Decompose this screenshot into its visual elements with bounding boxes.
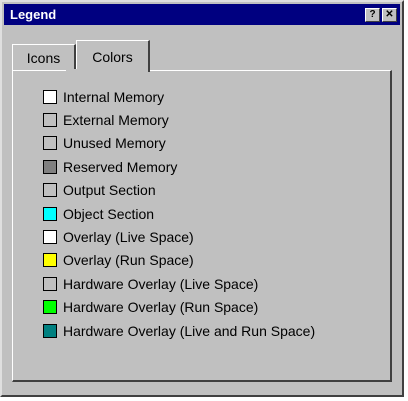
legend-label: Output Section: [63, 182, 156, 199]
legend-item: Object Section: [43, 202, 315, 225]
color-swatch: [43, 113, 57, 128]
help-button[interactable]: ?: [365, 7, 380, 22]
legend-item: External Memory: [43, 108, 315, 131]
legend-label: Unused Memory: [63, 135, 166, 152]
legend-item: Overlay (Run Space): [43, 249, 315, 272]
legend-item: Unused Memory: [43, 132, 315, 155]
tab-join: [66, 69, 137, 72]
legend-label: Overlay (Run Space): [63, 252, 194, 269]
window-title: Legend: [10, 7, 57, 22]
color-swatch: [43, 159, 57, 174]
title-bar[interactable]: Legend ? ✕: [4, 4, 400, 25]
close-button[interactable]: ✕: [382, 7, 397, 22]
title-buttons: ? ✕: [365, 7, 397, 22]
tab-icons[interactable]: Icons: [12, 44, 76, 70]
legend-item: Hardware Overlay (Live and Run Space): [43, 319, 315, 342]
color-swatch: [43, 300, 57, 315]
legend-label: External Memory: [63, 112, 169, 129]
colors-panel: Internal Memory External Memory Unused Mem…: [12, 70, 392, 382]
color-swatch: [43, 323, 57, 338]
legend-item: Reserved Memory: [43, 155, 315, 178]
tab-colors-label: Colors: [92, 48, 133, 65]
legend-item: Overlay (Live Space): [43, 225, 315, 248]
tab-icons-label: Icons: [26, 49, 61, 66]
color-swatch: [43, 89, 57, 104]
legend-label: Hardware Overlay (Live and Run Space): [63, 322, 316, 339]
legend-list: Internal Memory External Memory Unused Mem…: [43, 85, 315, 342]
legend-item: Hardware Overlay (Run Space): [43, 296, 315, 319]
legend-label: Overlay (Live Space): [63, 229, 194, 246]
legend-item: Output Section: [43, 179, 315, 202]
color-swatch: [43, 230, 57, 245]
legend-label: Object Section: [63, 205, 155, 222]
color-swatch: [43, 206, 57, 221]
legend-item: Internal Memory: [43, 85, 315, 108]
legend-label: Hardware Overlay (Run Space): [63, 299, 259, 316]
tab-colors[interactable]: Colors: [76, 40, 150, 72]
legend-label: Hardware Overlay (Live Space): [63, 275, 259, 292]
legend-item: Hardware Overlay (Live Space): [43, 272, 315, 295]
color-swatch: [43, 253, 57, 268]
color-swatch: [43, 183, 57, 198]
legend-label: Reserved Memory: [63, 158, 178, 175]
color-swatch: [43, 276, 57, 291]
color-swatch: [43, 136, 57, 151]
legend-label: Internal Memory: [63, 88, 165, 105]
